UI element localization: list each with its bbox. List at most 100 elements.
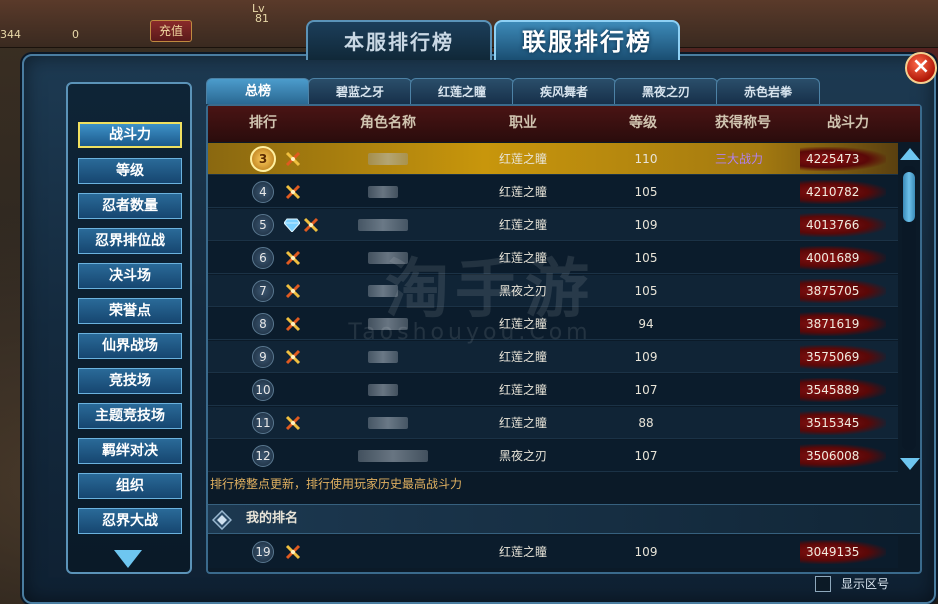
rank-badge: 4 — [252, 181, 274, 203]
player-class: 红莲之瞳 — [498, 218, 547, 232]
diamond-gem-icon — [283, 217, 301, 233]
player-name-redacted — [358, 219, 408, 231]
nav-item-organization[interactable]: 组织 — [78, 473, 182, 499]
nav-item-ninja-war[interactable]: 忍界大战 — [78, 508, 182, 534]
player-title — [698, 209, 780, 241]
level-value: 81 — [255, 12, 269, 25]
nav-item-ranked-battle[interactable]: 忍界排位战 — [78, 228, 182, 254]
my-combat-power: 3049135 — [806, 545, 860, 559]
close-button[interactable]: × — [905, 52, 937, 84]
player-combat-power: 3515345 — [806, 416, 860, 430]
player-level: 107 — [634, 383, 658, 397]
player-title — [698, 374, 780, 406]
player-title — [698, 176, 780, 208]
rank-badge: 8 — [252, 313, 274, 335]
tab-local-server[interactable]: 本服排行榜 — [306, 20, 492, 60]
player-title — [698, 440, 780, 472]
leaderboard-scope-tabs: 本服排行榜 联服排行榜 — [306, 20, 682, 62]
my-rank-row: 19 红莲之瞳 109 3049135 — [208, 536, 898, 568]
close-icon: × — [911, 54, 931, 79]
crossed-swords-icon — [284, 348, 302, 366]
scroll-down-icon[interactable] — [900, 458, 920, 470]
tab-overall[interactable]: 总榜 — [206, 78, 310, 104]
crossed-swords-icon — [302, 216, 320, 234]
player-name-redacted — [368, 384, 398, 396]
header-combat-power: 战斗力 — [827, 115, 869, 131]
table-row[interactable]: 12 黑夜之刃 107 3506008 — [208, 440, 898, 472]
my-class: 红莲之瞳 — [498, 545, 547, 559]
nav-item-honor-points[interactable]: 荣誉点 — [78, 298, 182, 324]
table-row[interactable]: 5 红莲之瞳 109 4013766 — [208, 209, 898, 241]
my-level: 109 — [634, 545, 658, 559]
nav-item-duel-arena[interactable]: 决斗场 — [78, 263, 182, 289]
player-class: 红莲之瞳 — [498, 185, 547, 199]
player-level: 110 — [634, 152, 658, 166]
tab-cross-server[interactable]: 联服排行榜 — [494, 20, 680, 60]
rank-badge: 3 — [250, 146, 276, 172]
ranking-category-nav: 战斗力 等级 忍者数量 忍界排位战 决斗场 荣誉点 仙界战场 竞技场 主题竞技场… — [66, 82, 192, 574]
tab-gale-dancer[interactable]: 疾风舞者 — [512, 78, 616, 104]
player-combat-power: 4001689 — [806, 251, 860, 265]
rank-badge: 11 — [252, 412, 274, 434]
gold-value: 0 — [72, 28, 79, 41]
player-title — [698, 242, 780, 274]
table-row[interactable]: 3 红莲之瞳 110 三大战力 4225473 — [208, 143, 898, 175]
player-level: 88 — [638, 416, 654, 430]
player-level: 105 — [634, 185, 658, 199]
table-row[interactable]: 11 红莲之瞳 88 3515345 — [208, 407, 898, 439]
player-title — [698, 407, 780, 439]
nav-scroll-down-icon[interactable] — [114, 550, 142, 568]
scrollbar-thumb[interactable] — [903, 172, 915, 222]
nav-item-level[interactable]: 等级 — [78, 158, 182, 184]
player-class: 红莲之瞳 — [498, 383, 547, 397]
player-combat-power: 3875705 — [806, 284, 860, 298]
tab-azure-fang[interactable]: 碧蓝之牙 — [308, 78, 412, 104]
crossed-swords-icon — [284, 249, 302, 267]
nav-item-combat-power[interactable]: 战斗力 — [78, 122, 182, 148]
recharge-button[interactable]: 充值 — [150, 20, 193, 42]
crossed-swords-icon — [284, 414, 302, 432]
player-class: 红莲之瞳 — [498, 416, 547, 430]
nav-item-immortal-battlefield[interactable]: 仙界战场 — [78, 333, 182, 359]
tab-red-rock-fist[interactable]: 赤色岩拳 — [716, 78, 820, 104]
player-title — [698, 308, 780, 340]
show-server-checkbox[interactable] — [815, 576, 831, 592]
crossed-swords-icon — [285, 544, 301, 560]
nav-item-arena[interactable]: 竞技场 — [78, 368, 182, 394]
header-rank: 排行 — [249, 115, 277, 131]
show-server-label: 显示区号 — [841, 577, 890, 591]
player-combat-power: 4225473 — [806, 152, 860, 166]
player-title — [698, 341, 780, 373]
tab-night-blade[interactable]: 黑夜之刃 — [614, 78, 718, 104]
player-level: 109 — [634, 350, 658, 364]
rank-badge: 7 — [252, 280, 274, 302]
table-row[interactable]: 4 红莲之瞳 105 4210782 — [208, 176, 898, 208]
player-combat-power: 4013766 — [806, 218, 860, 232]
rank-badge: 6 — [252, 247, 274, 269]
header-class: 职业 — [509, 115, 537, 131]
player-name-redacted — [368, 351, 398, 363]
table-row[interactable]: 10 红莲之瞳 107 3545889 — [208, 374, 898, 406]
player-title — [698, 275, 780, 307]
nav-item-ninja-count[interactable]: 忍者数量 — [78, 193, 182, 219]
crossed-swords-icon — [284, 282, 302, 300]
player-name-redacted — [368, 186, 398, 198]
player-class: 红莲之瞳 — [498, 152, 547, 166]
tab-crimson-eye[interactable]: 红莲之瞳 — [410, 78, 514, 104]
player-class: 红莲之瞳 — [498, 350, 547, 364]
nav-item-theme-arena[interactable]: 主题竞技场 — [78, 403, 182, 429]
my-rank-header — [208, 504, 920, 534]
player-combat-power: 4210782 — [806, 185, 860, 199]
crossed-swords-icon — [284, 183, 302, 201]
rank-badge: 12 — [252, 445, 274, 467]
watermark-url: Taoshouyou.Com — [348, 320, 592, 345]
player-name-redacted — [368, 153, 408, 165]
scroll-up-icon[interactable] — [900, 148, 920, 160]
header-name: 角色名称 — [360, 115, 416, 131]
player-name-redacted — [368, 417, 408, 429]
player-combat-power: 3506008 — [806, 449, 860, 463]
table-row[interactable]: 9 红莲之瞳 109 3575069 — [208, 341, 898, 373]
player-combat-power: 3575069 — [806, 350, 860, 364]
crossed-swords-icon — [284, 150, 302, 168]
nav-item-bond-duel[interactable]: 羁绊对决 — [78, 438, 182, 464]
